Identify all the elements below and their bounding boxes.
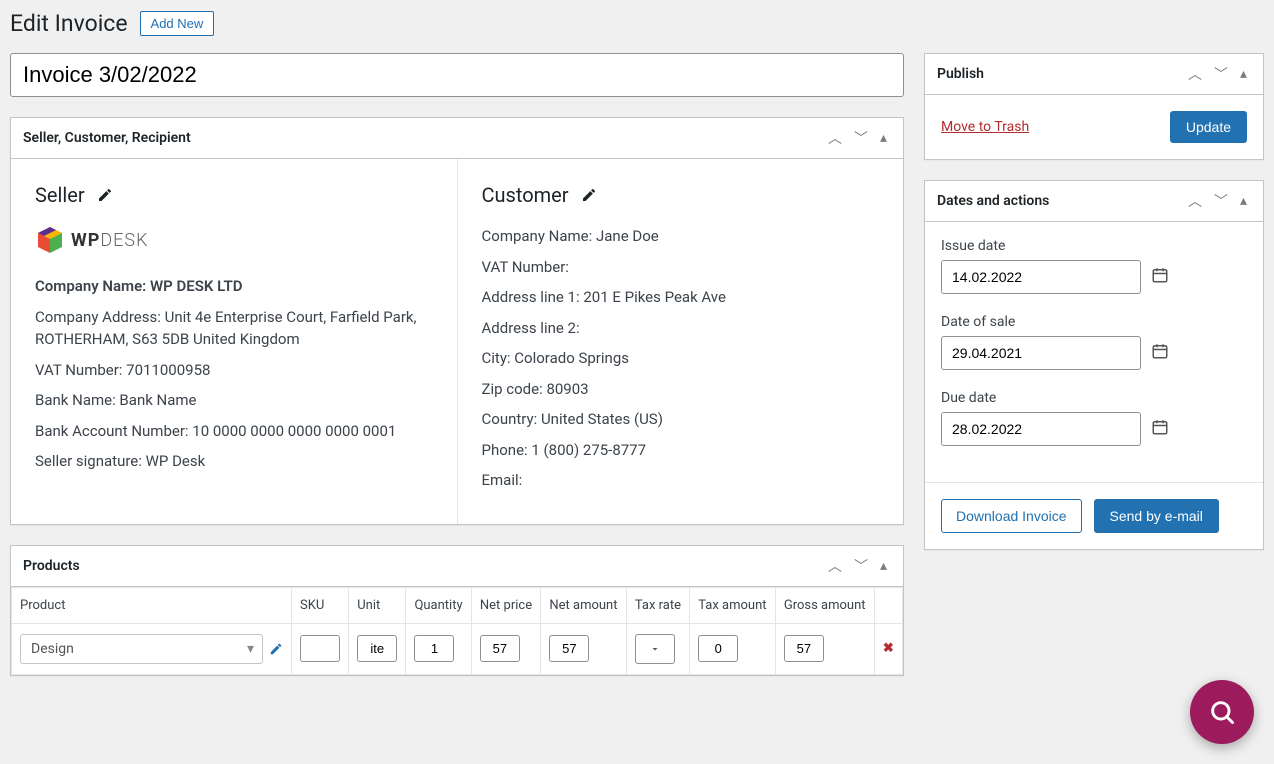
seller-bank-name: Bank Name: Bank Name	[35, 389, 433, 412]
panel-up-icon[interactable]: ︿	[1184, 62, 1206, 86]
qty-input[interactable]	[414, 635, 454, 662]
col-gross-amount: Gross amount	[775, 587, 874, 623]
send-email-button[interactable]: Send by e-mail	[1094, 499, 1219, 533]
seller-vat: VAT Number: 7011000958	[35, 359, 433, 382]
sale-date-label: Date of sale	[941, 314, 1247, 330]
seller-signature: Seller signature: WP Desk	[35, 450, 433, 473]
wpdesk-logo-icon	[35, 225, 65, 255]
panel-up-icon[interactable]: ︿	[824, 554, 846, 578]
products-header-row: Product SKU Unit Quantity Net price Net …	[12, 587, 903, 623]
product-select[interactable]: Design	[20, 634, 263, 664]
page-title: Edit Invoice	[10, 10, 128, 37]
col-net-amount: Net amount	[541, 587, 626, 623]
publish-box: Publish ︿ ﹀ ▴ Move to Trash Update	[924, 53, 1264, 160]
edit-customer-icon[interactable]	[581, 187, 597, 203]
panel-down-icon[interactable]: ﹀	[1210, 189, 1232, 213]
delete-row-icon[interactable]: ✖	[874, 623, 902, 674]
dates-box: Dates and actions ︿ ﹀ ▴ Issue date Date …	[924, 180, 1264, 550]
panel-up-icon[interactable]: ︿	[824, 126, 846, 150]
panel-down-icon[interactable]: ﹀	[1210, 62, 1232, 86]
customer-vat: VAT Number:	[482, 256, 880, 279]
download-invoice-button[interactable]: Download Invoice	[941, 499, 1082, 533]
issue-date-label: Issue date	[941, 238, 1247, 254]
product-row: Design ✖	[12, 623, 903, 674]
sale-date-input[interactable]	[942, 337, 1143, 369]
customer-addr2: Address line 2:	[482, 317, 880, 340]
customer-title: Customer	[482, 183, 569, 207]
panel-toggle-icon[interactable]: ▴	[876, 556, 891, 576]
panel-up-icon[interactable]: ︿	[1184, 189, 1206, 213]
customer-email: Email:	[482, 469, 880, 492]
gross-amount-input[interactable]	[784, 635, 824, 662]
add-new-button[interactable]: Add New	[140, 11, 215, 36]
seller-customer-box: Seller, Customer, Recipient ︿ ﹀ ▴ Seller…	[10, 117, 904, 525]
calendar-icon[interactable]	[1143, 418, 1177, 440]
customer-phone: Phone: 1 (800) 275-8777	[482, 439, 880, 462]
unit-input[interactable]	[357, 635, 397, 662]
customer-country: Country: United States (US)	[482, 408, 880, 431]
col-product: Product	[12, 587, 292, 623]
seller-address: Company Address: Unit 4e Enterprise Cour…	[35, 306, 433, 351]
col-qty: Quantity	[406, 587, 471, 623]
products-box: Products ︿ ﹀ ▴ Product SKU Unit Quantity…	[10, 545, 904, 676]
calendar-icon[interactable]	[1143, 342, 1177, 364]
panel-toggle-icon[interactable]: ▴	[1236, 64, 1251, 84]
net-amount-input[interactable]	[549, 635, 589, 662]
seller-customer-heading: Seller, Customer, Recipient	[23, 118, 191, 158]
customer-zip: Zip code: 80903	[482, 378, 880, 401]
seller-bank-account: Bank Account Number: 10 0000 0000 0000 0…	[35, 420, 433, 443]
due-date-label: Due date	[941, 390, 1247, 406]
seller-company: Company Name: WP DESK LTD	[35, 275, 433, 298]
due-date-input[interactable]	[942, 413, 1143, 445]
tax-amount-input[interactable]	[698, 635, 738, 662]
publish-heading: Publish	[937, 54, 984, 94]
col-tax-amount: Tax amount	[690, 587, 776, 623]
col-net-price: Net price	[471, 587, 540, 623]
panel-down-icon[interactable]: ﹀	[850, 126, 872, 150]
calendar-icon[interactable]	[1143, 266, 1177, 288]
customer-city: City: Colorado Springs	[482, 347, 880, 370]
sku-input[interactable]	[300, 635, 340, 662]
col-sku: SKU	[292, 587, 349, 623]
panel-down-icon[interactable]: ﹀	[850, 554, 872, 578]
move-to-trash-link[interactable]: Move to Trash	[941, 119, 1029, 135]
help-fab[interactable]	[1190, 680, 1254, 744]
invoice-title-input[interactable]	[10, 53, 904, 97]
panel-toggle-icon[interactable]: ▴	[1236, 191, 1251, 211]
search-icon	[1208, 698, 1236, 726]
customer-company: Company Name: Jane Doe	[482, 225, 880, 248]
edit-product-icon[interactable]	[269, 642, 283, 656]
issue-date-input[interactable]	[942, 261, 1143, 293]
seller-title: Seller	[35, 183, 85, 207]
seller-logo: WPDESK	[35, 225, 433, 255]
tax-rate-select[interactable]	[635, 634, 675, 664]
panel-toggle-icon[interactable]: ▴	[876, 128, 891, 148]
col-unit: Unit	[349, 587, 406, 623]
dates-heading: Dates and actions	[937, 181, 1049, 221]
customer-addr1: Address line 1: 201 E Pikes Peak Ave	[482, 286, 880, 309]
update-button[interactable]: Update	[1170, 111, 1247, 143]
col-tax-rate: Tax rate	[626, 587, 689, 623]
products-heading: Products	[23, 546, 80, 586]
edit-seller-icon[interactable]	[97, 187, 113, 203]
net-price-input[interactable]	[480, 635, 520, 662]
